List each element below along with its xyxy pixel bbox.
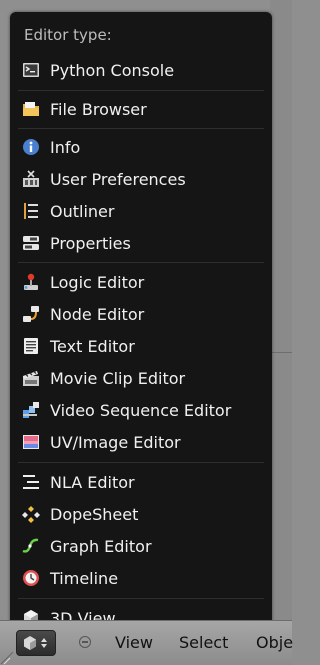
editor-type-menu: Editor type: Python Console File Browser…: [10, 12, 272, 634]
menu-item-label: Timeline: [50, 568, 119, 588]
area-split-corner-icon[interactable]: [0, 651, 14, 665]
menu-title: Editor type:: [24, 26, 112, 44]
movie-clip-editor-icon: [21, 368, 41, 388]
uv-image-editor-icon: [21, 432, 41, 452]
object-menu[interactable]: Obje: [256, 633, 293, 652]
menu-item-label: DopeSheet: [50, 504, 139, 524]
node-editor-icon: [21, 304, 41, 324]
menu-item-label: Text Editor: [50, 336, 135, 356]
menu-item-label: Movie Clip Editor: [50, 368, 186, 388]
menu-item-outliner[interactable]: Outliner: [10, 196, 272, 226]
menu-item-logic-editor[interactable]: Logic Editor: [10, 267, 272, 297]
3d-view-icon: [24, 636, 47, 650]
file-browser-icon: [21, 99, 41, 119]
menu-item-label: Graph Editor: [50, 536, 152, 556]
menu-item-properties[interactable]: Properties: [10, 228, 272, 258]
dopesheet-icon: [21, 504, 41, 524]
menu-separator: [18, 462, 264, 463]
timeline-icon: [21, 568, 41, 588]
background-area: [270, 0, 292, 620]
menu-item-label: Properties: [50, 233, 131, 253]
menu-item-label: NLA Editor: [50, 472, 135, 492]
menu-item-label: Outliner: [50, 201, 115, 221]
menu-item-nla-editor[interactable]: NLA Editor: [10, 467, 272, 497]
menu-item-text-editor[interactable]: Text Editor: [10, 331, 272, 361]
background-divider: [270, 352, 292, 353]
menu-item-info[interactable]: Info: [10, 132, 272, 162]
menu-item-graph-editor[interactable]: Graph Editor: [10, 531, 272, 561]
menu-item-video-sequence-editor[interactable]: Video Sequence Editor: [10, 395, 272, 425]
menu-item-movie-clip-editor[interactable]: Movie Clip Editor: [10, 363, 272, 393]
menu-item-file-browser[interactable]: File Browser: [10, 94, 272, 124]
menu-item-node-editor[interactable]: Node Editor: [10, 299, 272, 329]
properties-icon: [21, 233, 41, 253]
3d-view-header: View Select Obje: [0, 620, 293, 665]
menu-separator: [18, 598, 264, 599]
menu-separator: [18, 90, 264, 91]
menu-item-label: User Preferences: [50, 169, 186, 189]
logic-editor-icon: [21, 272, 41, 292]
outliner-icon: [21, 201, 41, 221]
menu-item-python-console[interactable]: Python Console: [10, 55, 272, 85]
select-menu[interactable]: Select: [179, 633, 228, 652]
menu-separator: [18, 262, 264, 263]
menu-item-label: Logic Editor: [50, 272, 145, 292]
video-sequence-editor-icon: [21, 400, 41, 420]
menu-item-timeline[interactable]: Timeline: [10, 563, 272, 593]
menu-item-label: File Browser: [50, 99, 147, 119]
user-preferences-icon: [21, 169, 41, 189]
collapse-menus-icon[interactable]: [79, 636, 91, 648]
menu-item-user-preferences[interactable]: User Preferences: [10, 164, 272, 194]
editor-type-button[interactable]: [16, 630, 56, 656]
menu-item-label: UV/Image Editor: [50, 432, 181, 452]
menu-item-label: Python Console: [50, 60, 175, 80]
info-icon: [21, 137, 41, 157]
menu-item-dopesheet[interactable]: DopeSheet: [10, 499, 272, 529]
view-menu[interactable]: View: [115, 633, 153, 652]
menu-item-label: Node Editor: [50, 304, 145, 324]
menu-separator: [18, 128, 264, 129]
graph-editor-icon: [21, 536, 41, 556]
menu-item-uv-image-editor[interactable]: UV/Image Editor: [10, 427, 272, 457]
python-console-icon: [21, 60, 41, 80]
menu-item-label: Info: [50, 137, 81, 157]
nla-editor-icon: [21, 472, 41, 492]
text-editor-icon: [21, 336, 41, 356]
menu-item-label: Video Sequence Editor: [50, 400, 232, 420]
